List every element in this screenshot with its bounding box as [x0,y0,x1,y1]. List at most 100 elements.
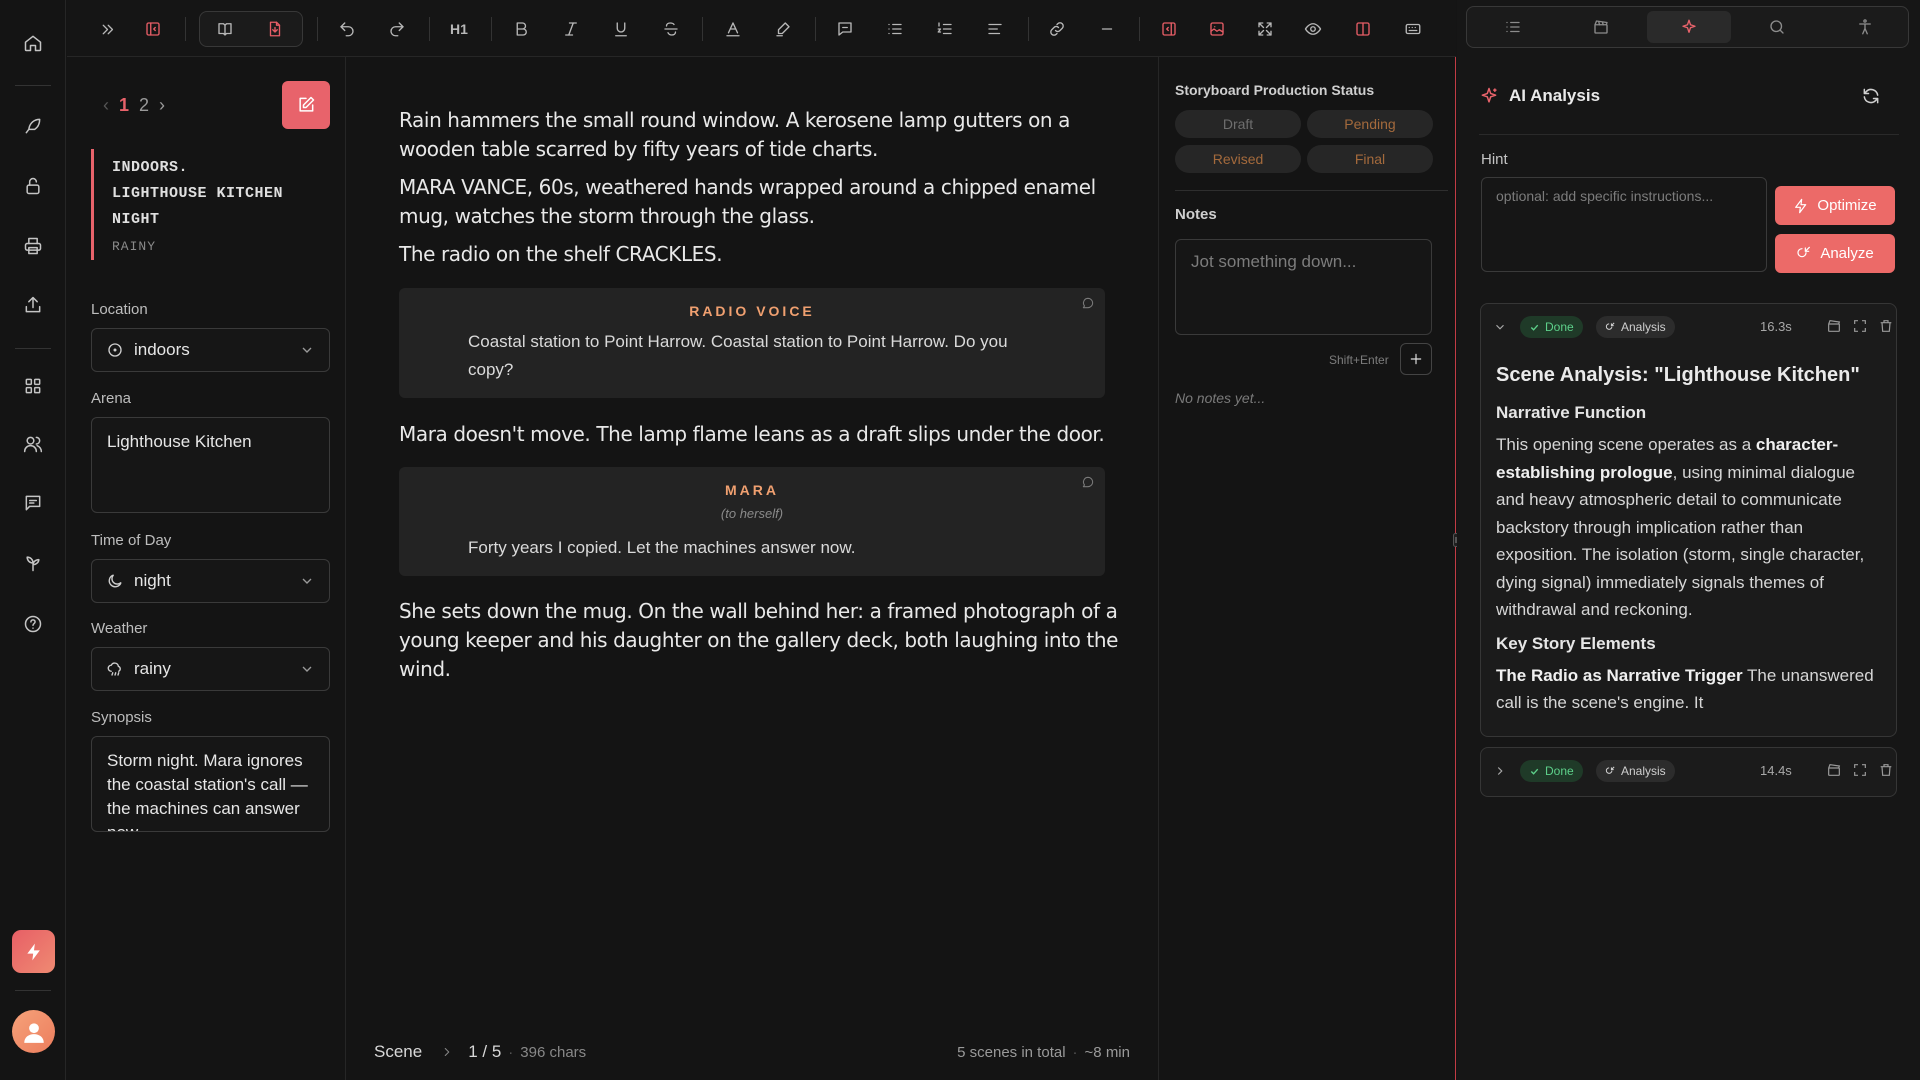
refresh-button[interactable] [1861,86,1881,106]
bolt-icon [1795,198,1807,213]
next-page-icon[interactable]: › [159,95,165,116]
keyboard-button[interactable] [1397,13,1429,45]
expand-icon [102,24,113,34]
comment-icon[interactable] [1081,296,1095,310]
strikethrough-button[interactable] [655,13,687,45]
analysis-paragraph: The Radio as Narrative Trigger The unans… [1496,665,1874,713]
italic-button[interactable] [555,13,587,45]
fullscreen-icon[interactable] [1852,318,1868,334]
avatar[interactable] [12,1010,55,1053]
analysis-card-header[interactable]: Done Analysis 16.3s [1481,304,1896,351]
status-pending[interactable]: Pending [1307,110,1433,138]
growth-button[interactable] [13,543,53,583]
dialogue-block[interactable]: RADIO VOICE Coastal station to Point Har… [399,288,1105,398]
expand-button[interactable] [91,13,123,45]
time-of-day-select[interactable]: night [91,559,330,603]
panel-tabs [1466,6,1909,48]
characters-button[interactable] [13,424,53,464]
clapperboard-icon[interactable] [1826,762,1842,778]
action-paragraph[interactable]: The radio on the shelf CRACKLES. [399,240,1119,269]
analysis-card-header[interactable]: Done Analysis 14.4s [1481,748,1896,795]
grid-button[interactable] [13,366,53,406]
analyze-button[interactable]: Analyze [1775,234,1895,273]
hint-input[interactable]: optional: add specific instructions... [1481,177,1767,272]
comment-icon[interactable] [1081,475,1095,489]
clapperboard-icon[interactable] [1826,318,1842,334]
duration: ~8 min [1084,1043,1130,1061]
status-draft[interactable]: Draft [1175,110,1301,138]
quick-action-button[interactable] [12,930,55,973]
optimize-label: Optimize [1817,197,1877,214]
preview-button[interactable] [1297,13,1329,45]
divider-button[interactable] [1091,13,1123,45]
page-1[interactable]: 1 [119,95,129,116]
action-paragraph[interactable]: Mara doesn't move. The lamp flame leans … [399,420,1119,449]
undo-button[interactable] [331,13,363,45]
bold-button[interactable] [505,13,537,45]
print-button[interactable] [13,226,53,266]
messages-button[interactable] [13,483,53,523]
split-view-button[interactable] [1347,13,1379,45]
highlighter-button[interactable] [767,13,799,45]
status-badge-text: Done [1545,764,1574,778]
image-button[interactable] [1201,13,1233,45]
write-button[interactable] [13,106,53,146]
numbered-list-button[interactable] [929,13,961,45]
bullet-list-button[interactable] [879,13,911,45]
share-button[interactable] [13,285,53,325]
status-final[interactable]: Final [1307,145,1433,173]
tab-outline[interactable] [1471,11,1555,43]
edit-icon [299,96,315,112]
bolt-icon [26,943,40,960]
feather-icon [25,118,41,134]
prev-page-icon[interactable]: ‹ [103,95,109,116]
trash-icon[interactable] [1878,318,1894,334]
action-paragraph[interactable]: She sets down the mug. On the wall behin… [399,597,1119,684]
text-color-button[interactable] [717,13,749,45]
action-paragraph[interactable]: Rain hammers the small round window. A k… [399,106,1119,164]
notes-input[interactable]: Jot something down... [1175,239,1432,335]
action-paragraph[interactable]: MARA VANCE, 60s, weathered hands wrapped… [399,173,1119,231]
synopsis-input[interactable]: Storm night. Mara ignores the coastal st… [91,736,330,832]
file-view-button[interactable] [259,13,291,45]
help-button[interactable] [13,604,53,644]
arena-input[interactable]: Lighthouse Kitchen [91,417,330,513]
edit-scene-button[interactable] [282,81,330,129]
dialogue-line[interactable]: Coastal station to Point Harrow. Coastal… [468,328,1048,384]
chevron-down-icon[interactable] [1493,320,1507,334]
clapperboard-icon [1594,20,1608,34]
script-editor[interactable]: Rain hammers the small round window. A k… [347,57,1158,1080]
tab-search[interactable] [1735,11,1819,43]
optimize-button[interactable]: Optimize [1775,186,1895,225]
element-type[interactable]: Scene [374,1042,422,1062]
weather-select[interactable]: rainy [91,647,330,691]
chevron-right-icon[interactable] [1493,764,1507,778]
underline-button[interactable] [605,13,637,45]
book-view-button[interactable] [209,13,241,45]
sidebar-toggle-button[interactable] [137,13,169,45]
trash-icon[interactable] [1878,762,1894,778]
tab-storyboard[interactable] [1559,11,1643,43]
heading-time: NIGHT [112,211,160,228]
status-revised[interactable]: Revised [1175,145,1301,173]
dialogue-block[interactable]: MARA (to herself) Forty years I copied. … [399,467,1105,576]
heading-button[interactable]: H1 [443,13,475,45]
lock-button[interactable] [13,166,53,206]
comment-button[interactable] [829,13,861,45]
scene-heading: INDOORS. LIGHTHOUSE KITCHEN NIGHT RAINY [91,149,311,260]
fullscreen-button[interactable] [1249,13,1281,45]
tab-accessibility[interactable] [1823,11,1907,43]
tab-ai-analysis[interactable] [1647,11,1731,43]
fullscreen-icon[interactable] [1852,762,1868,778]
add-note-button[interactable] [1400,343,1432,375]
dialogue-line[interactable]: Forty years I copied. Let the machines a… [468,534,1048,562]
analysis-card[interactable]: Done Analysis 14.4s [1480,747,1897,797]
location-select[interactable]: indoors [91,328,330,372]
link-button[interactable] [1041,13,1073,45]
align-button[interactable] [979,13,1011,45]
panel-left-button[interactable] [1153,13,1185,45]
page-2[interactable]: 2 [139,95,149,116]
home-button[interactable] [13,23,53,63]
redo-button[interactable] [381,13,413,45]
time-of-day-label: Time of Day [91,532,172,549]
